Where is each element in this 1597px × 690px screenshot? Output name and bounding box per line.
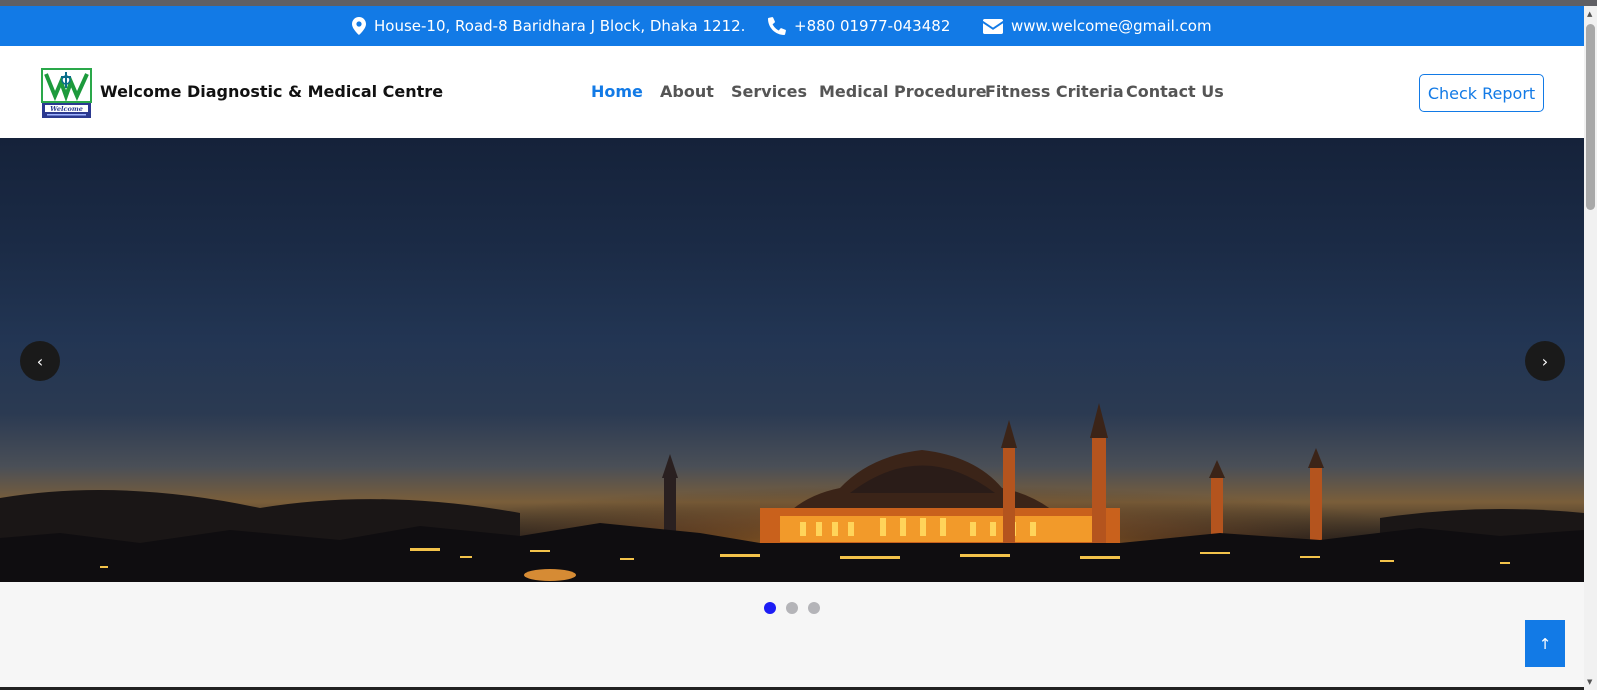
carousel-dot-3[interactable] <box>808 602 820 614</box>
main-navbar: Welcome Welcome Diagnostic & Medical Cen… <box>0 46 1584 138</box>
carousel-dot-2[interactable] <box>786 602 798 614</box>
nav-contact-us[interactable]: Contact Us <box>1126 82 1224 101</box>
brand-logo[interactable]: Welcome <box>41 68 92 119</box>
phone-icon <box>768 17 786 35</box>
phone-text: +880 01977-043482 <box>794 17 951 35</box>
svg-text:Welcome: Welcome <box>50 105 83 113</box>
nav-home[interactable]: Home <box>591 82 643 101</box>
check-report-button[interactable]: Check Report <box>1419 74 1544 112</box>
scroll-down-arrow-icon[interactable]: ▼ <box>1587 678 1592 686</box>
carousel-prev-button[interactable]: ‹ <box>20 341 60 381</box>
nav-fitness-criteria[interactable]: Fitness Criteria <box>985 82 1124 101</box>
address-text: House-10, Road-8 Baridhara J Block, Dhak… <box>374 17 746 35</box>
scrollbar-thumb[interactable] <box>1586 24 1595 210</box>
carousel-next-button[interactable]: › <box>1525 341 1565 381</box>
scroll-up-arrow-icon[interactable]: ▲ <box>1587 10 1592 18</box>
email-text: www.welcome@gmail.com <box>1011 17 1212 35</box>
top-info-bar: House-10, Road-8 Baridhara J Block, Dhak… <box>0 6 1584 46</box>
brand-name[interactable]: Welcome Diagnostic & Medical Centre <box>100 82 443 101</box>
nav-medical-procedure[interactable]: Medical Procedure <box>819 82 987 101</box>
carousel-dot-1[interactable] <box>764 602 776 614</box>
phone-info[interactable]: +880 01977-043482 <box>768 6 950 46</box>
carousel-indicators <box>764 602 820 614</box>
nav-services[interactable]: Services <box>731 82 807 101</box>
address-info: House-10, Road-8 Baridhara J Block, Dhak… <box>352 6 745 46</box>
page-scrollbar[interactable]: ▲ ▼ <box>1584 6 1597 690</box>
map-marker-icon <box>352 17 366 35</box>
envelope-icon <box>983 18 1003 34</box>
hero-carousel: ‹ › <box>0 138 1584 582</box>
hero-slide-image <box>0 388 1584 582</box>
nav-about[interactable]: About <box>660 82 714 101</box>
back-to-top-button[interactable]: ↑ <box>1525 620 1565 667</box>
email-info[interactable]: www.welcome@gmail.com <box>983 6 1212 46</box>
